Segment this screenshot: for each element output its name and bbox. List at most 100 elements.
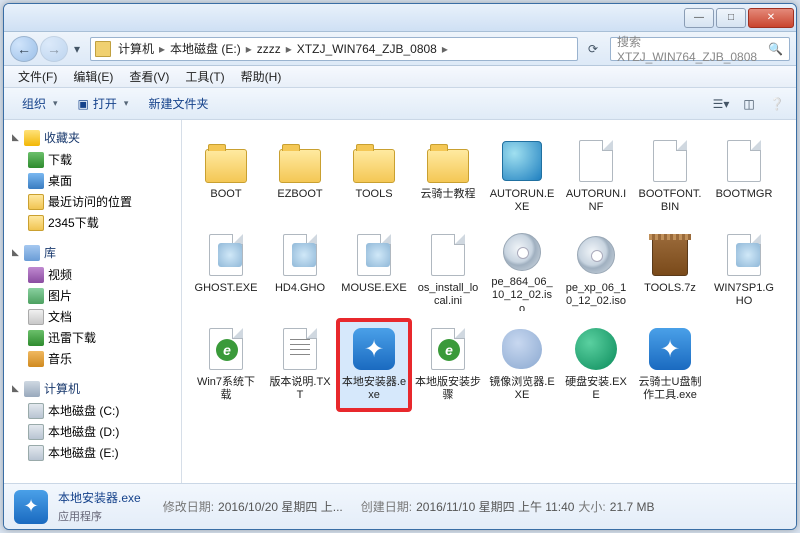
file-name: HD4.GHO — [275, 282, 325, 295]
file-size: 21.7 MB — [610, 500, 655, 514]
file-type-icon — [276, 231, 324, 279]
file-type-icon — [646, 231, 694, 279]
details-pane: ✦ 本地安装器.exe 应用程序 修改日期:2016/10/20 星期四 上..… — [4, 483, 796, 529]
download-icon — [28, 330, 44, 346]
tree-item-drive-e[interactable]: 本地磁盘 (E:) — [4, 442, 181, 463]
file-item[interactable]: TOOLS — [338, 132, 410, 222]
file-name: Win7系统下载 — [193, 376, 259, 402]
breadcrumb[interactable]: 计算机 — [115, 40, 157, 57]
tree-item-desktop[interactable]: 桌面 — [4, 170, 181, 191]
collapse-icon[interactable]: ◣ — [10, 247, 21, 258]
breadcrumb[interactable]: XTZJ_WIN764_ZJB_0808 — [294, 42, 440, 56]
tree-item-2345[interactable]: 2345下载 — [4, 212, 181, 233]
tree-item-music[interactable]: 音乐 — [4, 348, 181, 369]
forward-button[interactable]: → — [40, 36, 68, 62]
file-list[interactable]: BOOT EZBOOT TOOLS 云骑士教程AUTORUN.EXEAUTORUN.I… — [182, 120, 796, 483]
file-name: BOOT — [210, 188, 241, 201]
file-item[interactable]: AUTORUN.INF — [560, 132, 632, 222]
file-item[interactable]: WIN7SP1.GHO — [708, 226, 780, 316]
menu-file[interactable]: 文件(F) — [10, 66, 65, 87]
file-item[interactable]: 硬盘安装.EXE — [560, 320, 632, 410]
file-item[interactable]: ✦云骑士U盘制作工具.exe — [634, 320, 706, 410]
file-name: pe_xp_06_10_12_02.iso — [563, 282, 629, 308]
address-bar[interactable]: 计算机▸ 本地磁盘 (E:)▸ zzzz▸ XTZJ_WIN764_ZJB_08… — [90, 37, 578, 61]
tree-favorites[interactable]: ◣收藏夹 — [4, 126, 181, 149]
file-item[interactable]: pe_xp_06_10_12_02.iso — [560, 226, 632, 316]
tree-item-recent[interactable]: 最近访问的位置 — [4, 191, 181, 212]
file-item[interactable]: ✦本地安装器.exe — [338, 320, 410, 410]
file-name: 本地版安装步骤 — [415, 376, 481, 402]
organize-button[interactable]: 组织 — [12, 91, 68, 116]
file-type-icon — [350, 231, 398, 279]
file-item[interactable]: 云骑士教程 — [412, 132, 484, 222]
file-item[interactable]: 本地版安装步骤 — [412, 320, 484, 410]
file-item[interactable]: BOOTMGR — [708, 132, 780, 222]
tree-item-drive-d[interactable]: 本地磁盘 (D:) — [4, 421, 181, 442]
file-item[interactable]: TOOLS.7z — [634, 226, 706, 316]
menu-tools[interactable]: 工具(T) — [177, 66, 232, 87]
help-icon[interactable]: ❔ — [766, 93, 788, 115]
file-item[interactable]: HD4.GHO — [264, 226, 336, 316]
menu-view[interactable]: 查看(V) — [121, 66, 177, 87]
chevron-right-icon[interactable]: ▸ — [440, 42, 450, 56]
folder-icon — [95, 41, 111, 57]
picture-icon — [28, 288, 44, 304]
file-item[interactable]: Win7系统下载 — [190, 320, 262, 410]
tree-item-xunlei[interactable]: 迅雷下载 — [4, 327, 181, 348]
menu-help[interactable]: 帮助(H) — [233, 66, 290, 87]
refresh-icon[interactable]: ⟳ — [582, 38, 604, 60]
back-button[interactable]: ← — [10, 36, 38, 62]
view-options-icon[interactable]: ☰▾ — [710, 93, 732, 115]
video-icon — [28, 267, 44, 283]
tree-computer[interactable]: ◣计算机 — [4, 377, 181, 400]
file-item[interactable]: 版本说明.TXT — [264, 320, 336, 410]
file-type-icon — [572, 325, 620, 373]
new-folder-button[interactable]: 新建文件夹 — [138, 91, 218, 116]
minimize-button[interactable]: — — [684, 8, 714, 28]
collapse-icon[interactable]: ◣ — [10, 132, 21, 143]
menu-edit[interactable]: 编辑(E) — [65, 66, 121, 87]
close-button[interactable]: ✕ — [748, 8, 794, 28]
tree-item-video[interactable]: 视频 — [4, 264, 181, 285]
file-type-icon — [646, 137, 694, 185]
file-item[interactable]: MOUSE.EXE — [338, 226, 410, 316]
file-type-icon: ✦ — [646, 325, 694, 373]
file-name: BOOTFONT.BIN — [637, 188, 703, 214]
file-item[interactable]: BOOTFONT.BIN — [634, 132, 706, 222]
tree-libraries[interactable]: ◣库 — [4, 241, 181, 264]
file-type-icon — [276, 325, 324, 373]
open-button[interactable]: ▣打开 — [68, 91, 139, 116]
file-item[interactable]: EZBOOT — [264, 132, 336, 222]
titlebar: — □ ✕ — [4, 4, 796, 32]
file-item[interactable]: pe_864_06_10_12_02.iso — [486, 226, 558, 316]
file-type-icon — [202, 231, 250, 279]
collapse-icon[interactable]: ◣ — [10, 383, 21, 394]
nav-bar: ← → ▾ 计算机▸ 本地磁盘 (E:)▸ zzzz▸ XTZJ_WIN764_… — [4, 32, 796, 66]
chevron-right-icon[interactable]: ▸ — [157, 42, 167, 56]
download-icon — [28, 152, 44, 168]
history-dropdown-icon[interactable]: ▾ — [70, 36, 84, 62]
file-item[interactable]: AUTORUN.EXE — [486, 132, 558, 222]
preview-pane-icon[interactable]: ◫ — [738, 93, 760, 115]
nav-tree: ◣收藏夹 下载 桌面 最近访问的位置 2345下载 ◣库 视频 图片 文档 迅雷… — [4, 120, 182, 483]
chevron-right-icon[interactable]: ▸ — [244, 42, 254, 56]
file-item[interactable]: GHOST.EXE — [190, 226, 262, 316]
tree-item-downloads[interactable]: 下载 — [4, 149, 181, 170]
file-type-icon — [720, 137, 768, 185]
file-item[interactable]: 镜像浏览器.EXE — [486, 320, 558, 410]
search-input[interactable]: 搜索 XTZJ_WIN764_ZJB_0808 🔍 — [610, 37, 790, 61]
file-item[interactable]: os_install_local.ini — [412, 226, 484, 316]
breadcrumb[interactable]: 本地磁盘 (E:) — [167, 40, 244, 57]
tree-item-documents[interactable]: 文档 — [4, 306, 181, 327]
file-name: TOOLS — [355, 188, 392, 201]
file-name: os_install_local.ini — [415, 282, 481, 308]
tree-item-pictures[interactable]: 图片 — [4, 285, 181, 306]
tree-item-drive-c[interactable]: 本地磁盘 (C:) — [4, 400, 181, 421]
file-type-icon — [572, 137, 620, 185]
maximize-button[interactable]: □ — [716, 8, 746, 28]
search-placeholder: 搜索 XTZJ_WIN764_ZJB_0808 — [617, 33, 764, 64]
search-icon: 🔍 — [768, 42, 783, 56]
chevron-right-icon[interactable]: ▸ — [284, 42, 294, 56]
file-item[interactable]: BOOT — [190, 132, 262, 222]
breadcrumb[interactable]: zzzz — [254, 42, 284, 56]
